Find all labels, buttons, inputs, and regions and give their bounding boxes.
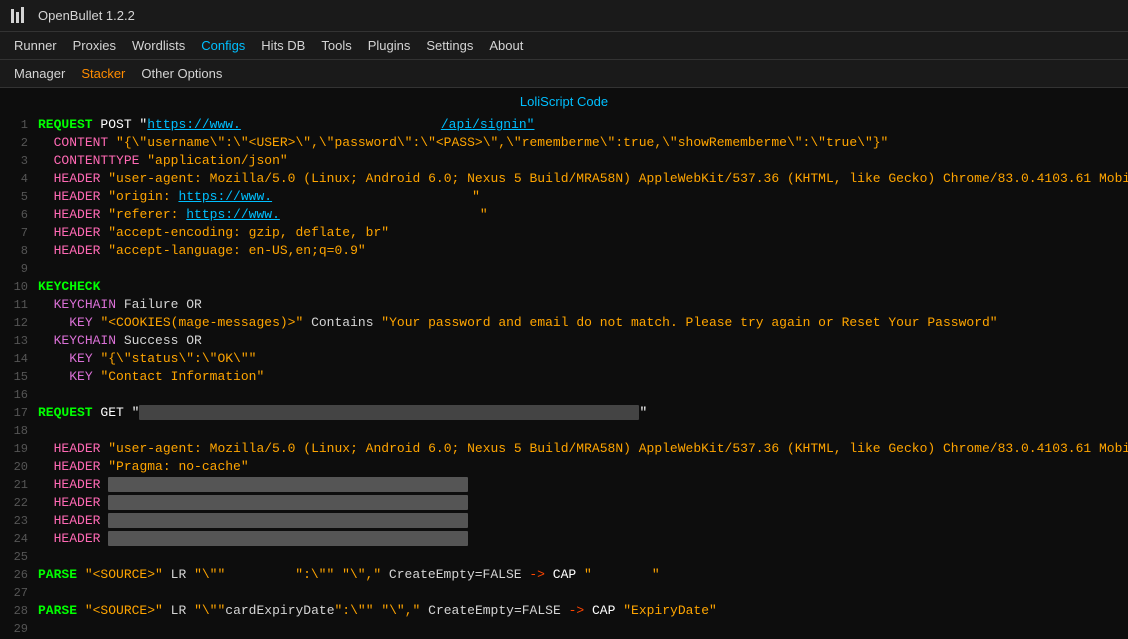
code-line-17: 17 REQUEST GET " " bbox=[0, 405, 1128, 423]
submenu-otheroptions[interactable]: Other Options bbox=[133, 64, 230, 83]
menu-runner[interactable]: Runner bbox=[6, 36, 65, 55]
code-line-27: 27 bbox=[0, 585, 1128, 603]
code-line-11: 11 KEYCHAIN Failure OR bbox=[0, 297, 1128, 315]
code-line-6: 6 HEADER "referer: https://www." bbox=[0, 207, 1128, 225]
code-line-15: 15 KEY "Contact Information" bbox=[0, 369, 1128, 387]
submenu-manager[interactable]: Manager bbox=[6, 64, 73, 83]
code-line-9: 9 bbox=[0, 261, 1128, 279]
code-line-28: 28 PARSE "<SOURCE>" LR "\""cardExpiryDat… bbox=[0, 603, 1128, 621]
code-line-16: 16 bbox=[0, 387, 1128, 405]
code-line-8: 8 HEADER "accept-language: en-US,en;q=0.… bbox=[0, 243, 1128, 261]
code-line-20: 20 HEADER "Pragma: no-cache" bbox=[0, 459, 1128, 477]
menu-proxies[interactable]: Proxies bbox=[65, 36, 124, 55]
code-line-2: 2 CONTENT "{\"username\":\"<USER>\",\"pa… bbox=[0, 135, 1128, 153]
code-line-25: 25 bbox=[0, 549, 1128, 567]
code-line-22: 22 HEADER bbox=[0, 495, 1128, 513]
code-line-18: 18 bbox=[0, 423, 1128, 441]
code-line-29: 29 bbox=[0, 621, 1128, 636]
code-line-24: 24 HEADER bbox=[0, 531, 1128, 549]
code-line-7: 7 HEADER "accept-encoding: gzip, deflate… bbox=[0, 225, 1128, 243]
app-title: OpenBullet 1.2.2 bbox=[38, 8, 135, 23]
code-line-3: 3 CONTENTTYPE "application/json" bbox=[0, 153, 1128, 171]
menu-configs[interactable]: Configs bbox=[193, 36, 253, 55]
menu-tools[interactable]: Tools bbox=[313, 36, 359, 55]
menu-wordlists[interactable]: Wordlists bbox=[124, 36, 193, 55]
section-title: LoliScript Code bbox=[0, 88, 1128, 113]
code-line-12: 12 KEY "<COOKIES(mage-messages)>" Contai… bbox=[0, 315, 1128, 333]
code-line-13: 13 KEYCHAIN Success OR bbox=[0, 333, 1128, 351]
code-line-14: 14 KEY "{\"status\":\"OK\"" bbox=[0, 351, 1128, 369]
code-line-26: 26 PARSE "<SOURCE>" LR "\""":\"" "\"," C… bbox=[0, 567, 1128, 585]
submenu-stacker[interactable]: Stacker bbox=[73, 64, 133, 83]
menu-plugins[interactable]: Plugins bbox=[360, 36, 419, 55]
code-line-19: 19 HEADER "user-agent: Mozilla/5.0 (Linu… bbox=[0, 441, 1128, 459]
code-line-4: 4 HEADER "user-agent: Mozilla/5.0 (Linux… bbox=[0, 171, 1128, 189]
code-line-5: 5 HEADER "origin: https://www." bbox=[0, 189, 1128, 207]
sub-menu-bar: Manager Stacker Other Options bbox=[0, 60, 1128, 88]
menu-about[interactable]: About bbox=[481, 36, 531, 55]
code-line-1: 1 REQUEST POST "https://www./api/signin" bbox=[0, 117, 1128, 135]
app-logo bbox=[10, 6, 30, 26]
menu-hitsdb[interactable]: Hits DB bbox=[253, 36, 313, 55]
menu-bar: Runner Proxies Wordlists Configs Hits DB… bbox=[0, 32, 1128, 60]
title-bar: OpenBullet 1.2.2 bbox=[0, 0, 1128, 32]
code-line-21: 21 HEADER bbox=[0, 477, 1128, 495]
code-area[interactable]: 1 REQUEST POST "https://www./api/signin"… bbox=[0, 113, 1128, 636]
code-line-10: 10 KEYCHECK bbox=[0, 279, 1128, 297]
menu-settings[interactable]: Settings bbox=[418, 36, 481, 55]
code-line-23: 23 HEADER bbox=[0, 513, 1128, 531]
